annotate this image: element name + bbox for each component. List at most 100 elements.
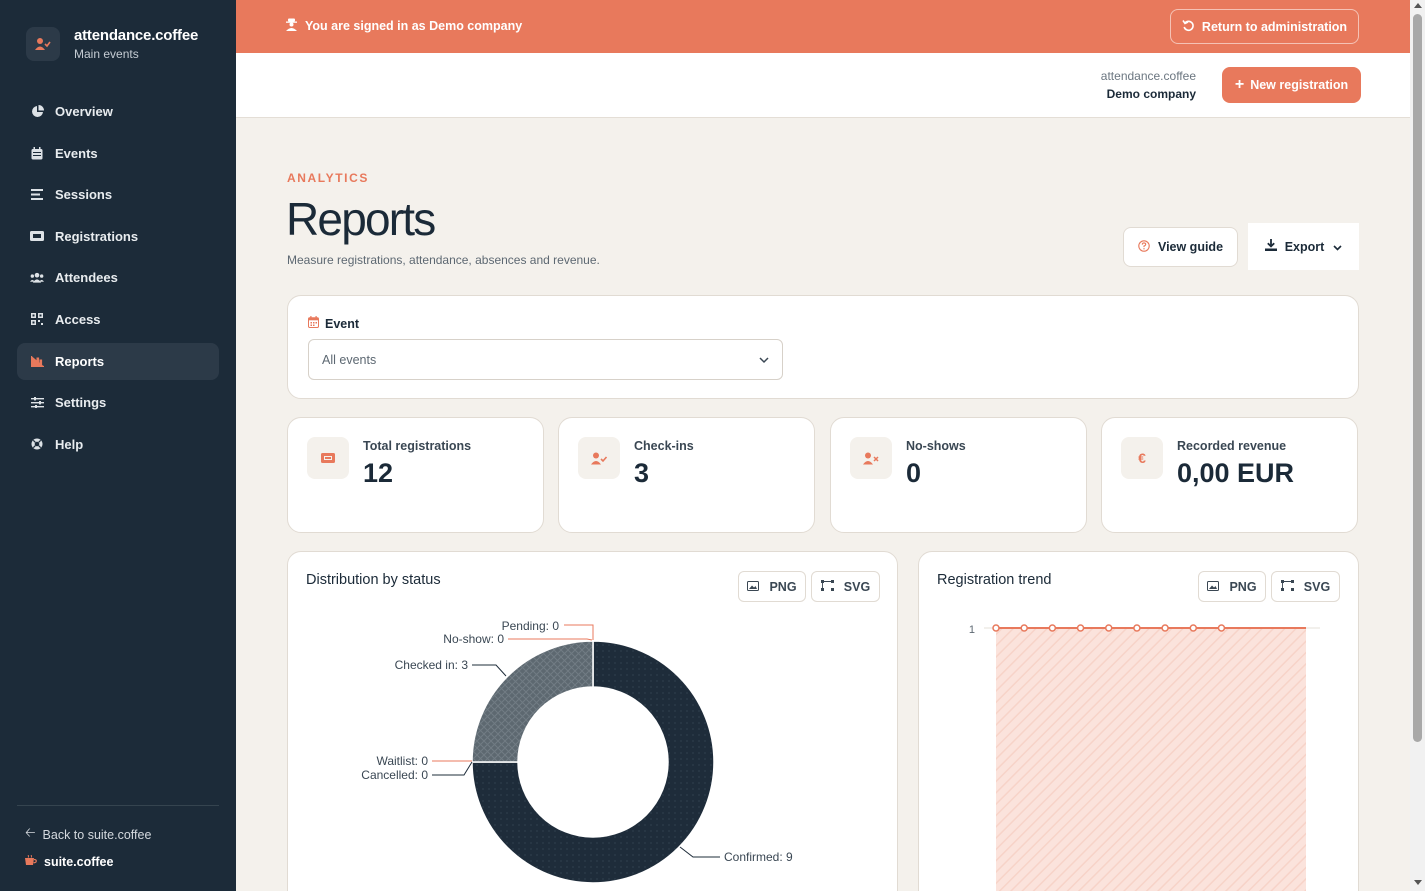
trend-series bbox=[984, 624, 1320, 891]
new-registration-label: New registration bbox=[1250, 78, 1349, 92]
user-check-icon bbox=[578, 437, 620, 479]
event-select-value: All events bbox=[322, 352, 377, 367]
suite-brand[interactable]: suite.coffee bbox=[25, 854, 114, 869]
trend-point[interactable] bbox=[1189, 624, 1198, 632]
scroll-thumb[interactable] bbox=[1413, 14, 1422, 742]
back-to-suite-link[interactable]: 🡠 Back to suite.coffee bbox=[25, 824, 151, 846]
users-icon bbox=[30, 271, 44, 285]
lifebuoy-icon bbox=[30, 437, 44, 451]
sidebar-item-events[interactable]: Events bbox=[17, 135, 219, 172]
calendar-icon bbox=[30, 146, 44, 160]
qr-code-icon bbox=[30, 312, 44, 326]
sidebar-item-label: Settings bbox=[55, 395, 107, 411]
sidebar-item-help[interactable]: Help bbox=[17, 426, 219, 463]
stat-label: No-shows bbox=[906, 439, 966, 453]
app-name: attendance.coffee bbox=[74, 27, 199, 44]
label-no-show: No-show: 0 bbox=[443, 632, 504, 646]
stat-card-check-ins: Check-ins 3 bbox=[558, 417, 815, 533]
registration-trend-card: Registration trend PNG SVG 1 bbox=[918, 551, 1359, 891]
trend-point[interactable] bbox=[1161, 624, 1169, 632]
sidebar-item-overview[interactable]: Overview bbox=[17, 93, 219, 130]
return-label: Return to administration bbox=[1201, 19, 1348, 34]
banner-message: You are signed in as Demo company bbox=[286, 18, 522, 34]
sidebar-item-settings[interactable]: Settings bbox=[17, 384, 219, 421]
sidebar-divider bbox=[17, 805, 219, 806]
sidebar-item-sessions[interactable]: Sessions bbox=[17, 176, 219, 213]
suite-name: suite.coffee bbox=[44, 855, 114, 869]
sidebar-item-label: Registrations bbox=[55, 228, 139, 244]
distribution-donut-chart: Confirmed: 9 Pending: 0 No-show: 0 Check… bbox=[361, 619, 793, 884]
leader-pending bbox=[564, 624, 594, 640]
trend-point[interactable] bbox=[1048, 624, 1057, 632]
stat-label: Recorded revenue bbox=[1177, 439, 1287, 453]
sidebar-item-label: Help bbox=[55, 436, 84, 452]
trend-point[interactable] bbox=[992, 624, 1000, 632]
label-checked-in: Checked in: 3 bbox=[395, 658, 469, 672]
sidebar-item-label: Reports bbox=[55, 353, 105, 369]
event-select[interactable]: All events bbox=[308, 339, 783, 380]
sidebar-item-registrations[interactable]: Registrations bbox=[17, 218, 219, 255]
scroll-down-arrow-icon[interactable] bbox=[1414, 880, 1422, 885]
trend-point[interactable] bbox=[1076, 624, 1085, 632]
sidebar-item-reports[interactable]: Reports bbox=[17, 342, 219, 380]
trend-area bbox=[996, 628, 1306, 891]
label-pending: Pending: 0 bbox=[502, 619, 560, 633]
scroll-up-arrow-icon[interactable] bbox=[1414, 3, 1422, 8]
sliders-icon bbox=[30, 396, 44, 410]
undo-icon bbox=[1182, 19, 1195, 35]
event-filter-label: Event bbox=[308, 316, 359, 331]
leader-cancelled bbox=[432, 761, 473, 776]
trend-point[interactable] bbox=[1133, 624, 1141, 632]
donut-slices bbox=[471, 640, 715, 884]
stat-value: 0 bbox=[906, 458, 922, 488]
label-confirmed: Confirmed: 9 bbox=[724, 850, 793, 864]
sidebar-item-attendees[interactable]: Attendees bbox=[17, 259, 219, 296]
sidebar-item-access[interactable]: Access bbox=[17, 301, 219, 338]
plus-icon: + bbox=[1234, 76, 1245, 93]
top-header: attendance.coffee Demo company + New reg… bbox=[236, 53, 1410, 118]
chevron-down-icon bbox=[759, 353, 769, 367]
event-filter-card: Event All events bbox=[287, 295, 1359, 399]
sidebar-item-label: Access bbox=[55, 311, 101, 327]
trend-point[interactable] bbox=[1104, 624, 1113, 632]
event-label-text: Event bbox=[325, 316, 360, 331]
download-icon bbox=[1264, 239, 1277, 254]
stat-card-total-registrations: Total registrations 12 bbox=[287, 417, 544, 533]
account-company: Demo company bbox=[1106, 87, 1196, 101]
coffee-cup-icon bbox=[25, 854, 37, 869]
leader-checked-in bbox=[472, 664, 507, 677]
banner-text: You are signed in as Demo company bbox=[305, 19, 523, 33]
view-guide-label: View guide bbox=[1157, 240, 1224, 254]
trend-point[interactable] bbox=[1020, 624, 1028, 632]
donut-slice-checked-in[interactable] bbox=[471, 640, 594, 763]
export-dropdown-button[interactable]: Export bbox=[1248, 223, 1359, 270]
back-link-label: Back to suite.coffee bbox=[42, 828, 152, 842]
account-info[interactable]: attendance.coffee Demo company bbox=[1101, 69, 1196, 101]
app-logo-icon bbox=[26, 27, 60, 61]
leader-confirmed bbox=[679, 846, 720, 858]
stat-label: Check-ins bbox=[634, 439, 694, 453]
stat-value: 0,00 EUR bbox=[1177, 458, 1295, 488]
stat-card-no-shows: No-shows 0 bbox=[830, 417, 1087, 533]
registration-trend-chart: 1 bbox=[969, 624, 1320, 891]
list-icon bbox=[30, 188, 44, 202]
sidebar-item-label: Sessions bbox=[55, 187, 113, 203]
euro-icon: € bbox=[1121, 437, 1163, 479]
page-eyebrow: ANALYTICS bbox=[287, 171, 369, 185]
chart-icon bbox=[30, 354, 44, 368]
arrow-left-icon: 🡠 bbox=[25, 825, 36, 840]
new-registration-button[interactable]: + New registration bbox=[1222, 67, 1361, 103]
sidebar-item-label: Events bbox=[55, 145, 98, 161]
page-scrollbar[interactable] bbox=[1410, 0, 1425, 891]
app-subtitle: Main events bbox=[74, 47, 139, 61]
return-to-administration-button[interactable]: Return to administration bbox=[1170, 9, 1359, 44]
stat-value: 3 bbox=[634, 458, 650, 488]
calendar-icon bbox=[308, 316, 319, 331]
distribution-chart-card: Distribution by status PNG SVG Confirmed… bbox=[287, 551, 898, 891]
brand[interactable]: attendance.coffee Main events bbox=[26, 27, 198, 61]
trend-point[interactable] bbox=[1217, 624, 1226, 632]
sidebar-item-label: Attendees bbox=[55, 270, 118, 286]
impersonation-banner: You are signed in as Demo company Return… bbox=[236, 0, 1410, 53]
account-app: attendance.coffee bbox=[1100, 69, 1196, 83]
view-guide-button[interactable]: View guide bbox=[1123, 227, 1238, 267]
